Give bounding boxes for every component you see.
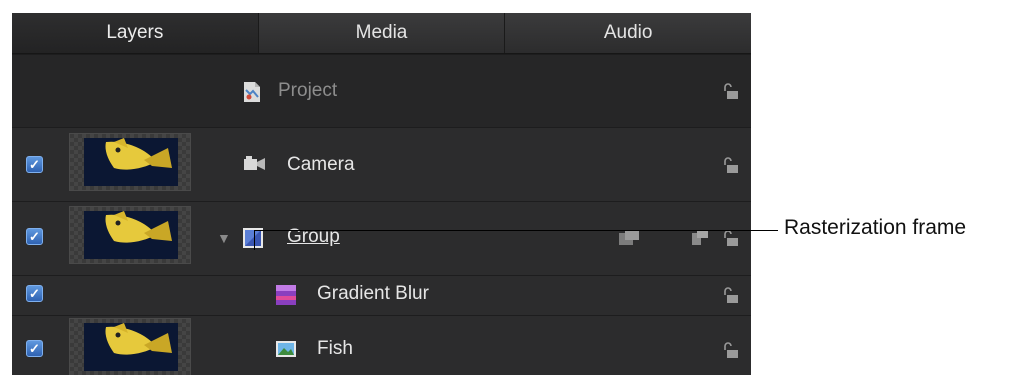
layer-row-fish[interactable]: ✓ Fish — [12, 315, 751, 375]
disclosure-triangle[interactable]: ▼ — [217, 230, 231, 246]
blend-icon[interactable] — [691, 230, 709, 246]
lock-icon[interactable] — [723, 230, 739, 247]
callout-leader-vertical — [254, 230, 255, 250]
tab-bar: Layers Media Audio — [12, 13, 751, 54]
layer-row-group[interactable]: ✓ ▼ Group — [12, 201, 751, 275]
fish-thumbnail-image — [84, 138, 178, 186]
lock-icon[interactable] — [723, 342, 739, 359]
render-icon[interactable] — [618, 229, 640, 246]
layer-label-project: Project — [278, 80, 338, 101]
callout-label: Rasterization frame — [784, 216, 967, 239]
image-icon — [276, 341, 296, 357]
layer-row-camera[interactable]: ✓ Camera — [12, 127, 751, 201]
lock-icon[interactable] — [723, 157, 739, 174]
layer-enable-checkbox[interactable]: ✓ — [26, 285, 43, 302]
callout-leader-line — [254, 230, 778, 231]
tab-audio[interactable]: Audio — [505, 13, 751, 53]
layer-label-gradient-blur: Gradient Blur — [317, 283, 429, 304]
project-icon — [244, 82, 260, 102]
filter-icon — [276, 285, 296, 305]
layer-thumbnail — [69, 206, 191, 264]
camera-icon — [244, 156, 265, 170]
lock-icon[interactable] — [723, 287, 739, 304]
layer-enable-checkbox[interactable]: ✓ — [26, 228, 43, 245]
tab-layers[interactable]: Layers — [12, 13, 259, 53]
layer-enable-checkbox[interactable]: ✓ — [26, 340, 43, 357]
lock-icon[interactable] — [723, 83, 739, 100]
layer-enable-checkbox[interactable]: ✓ — [26, 156, 43, 173]
layer-row-project[interactable]: Project — [12, 54, 751, 127]
layer-thumbnail — [69, 318, 191, 375]
fish-thumbnail-image — [84, 323, 178, 371]
layer-label-fish: Fish — [317, 338, 353, 359]
layers-panel: Layers Media Audio Project ✓ Camera ✓ ▼ … — [12, 13, 751, 375]
layer-thumbnail — [69, 133, 191, 191]
tab-media[interactable]: Media — [258, 13, 506, 53]
layer-label-camera: Camera — [287, 154, 355, 175]
layer-row-gradient-blur[interactable]: ✓ Gradient Blur — [12, 275, 751, 315]
fish-thumbnail-image — [84, 211, 178, 259]
